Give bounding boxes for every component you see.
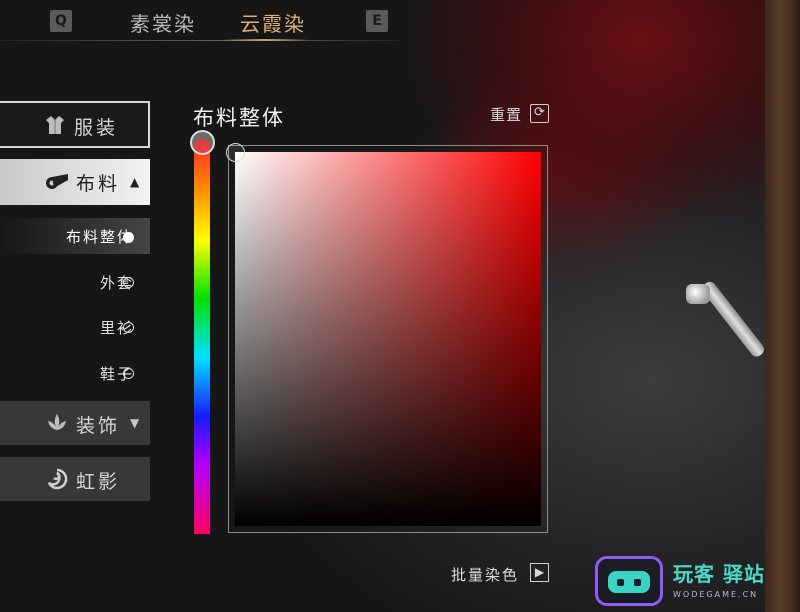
swirl-icon (47, 468, 68, 490)
wooden-post (765, 0, 800, 612)
e-key-hint[interactable]: E (366, 10, 388, 32)
selected-dot-icon (123, 232, 134, 243)
leaf-icon (48, 414, 66, 430)
fabric-roll-icon (46, 174, 68, 189)
menu-rainbow-button[interactable]: 虹影 (0, 457, 150, 501)
watermark-url: WODEGAME.CN (673, 590, 759, 599)
unselected-dot-icon (123, 322, 134, 333)
robot-eye (617, 579, 624, 586)
panel-title: 布料整体 (193, 106, 285, 130)
robot-face-icon (608, 571, 650, 593)
color-picker-handle[interactable] (226, 143, 245, 162)
tab-divider (0, 40, 400, 41)
watermark-logo (595, 556, 663, 606)
caret-down-icon: ▼ (130, 416, 140, 430)
hue-slider[interactable] (194, 142, 210, 534)
q-key-hint[interactable]: Q (50, 10, 72, 32)
menu-clothes-button[interactable]: 服装 (0, 101, 150, 148)
hue-slider-handle[interactable] (190, 130, 215, 155)
watermark-name: 玩客 驿站 (673, 562, 765, 586)
menu-fabric-button[interactable]: 布料 ▲ (0, 159, 150, 205)
menu-decoration-button[interactable]: 装饰 ▼ (0, 401, 150, 445)
tab-active-indicator (220, 39, 310, 41)
menu-fabric-label: 布料 (76, 173, 121, 195)
menu-rainbow-label: 虹影 (76, 471, 121, 493)
watermark: 玩客 驿站 WODEGAME.CN (595, 556, 795, 608)
top-tab-bar: Q 素裳染 云霞染 E (0, 0, 400, 42)
caret-up-icon: ▲ (130, 175, 140, 189)
chevron-right-icon[interactable]: ▶ (530, 563, 549, 582)
unselected-dot-icon (123, 368, 134, 379)
robot-eye (634, 579, 641, 586)
pole-cap (686, 284, 710, 304)
batch-dye-label[interactable]: 批量染色 (451, 564, 519, 585)
menu-decoration-label: 装饰 (76, 415, 121, 437)
reset-label[interactable]: 重置 (490, 104, 522, 125)
tab-cloud-dye[interactable]: 云霞染 (240, 8, 306, 37)
tab-plain-dye[interactable]: 素裳染 (130, 8, 196, 37)
refresh-icon[interactable]: ⟳ (530, 104, 549, 123)
menu-clothes-label: 服装 (74, 117, 119, 139)
robe-icon (46, 116, 64, 134)
unselected-dot-icon (123, 277, 134, 288)
saturation-value-picker[interactable] (235, 152, 541, 526)
